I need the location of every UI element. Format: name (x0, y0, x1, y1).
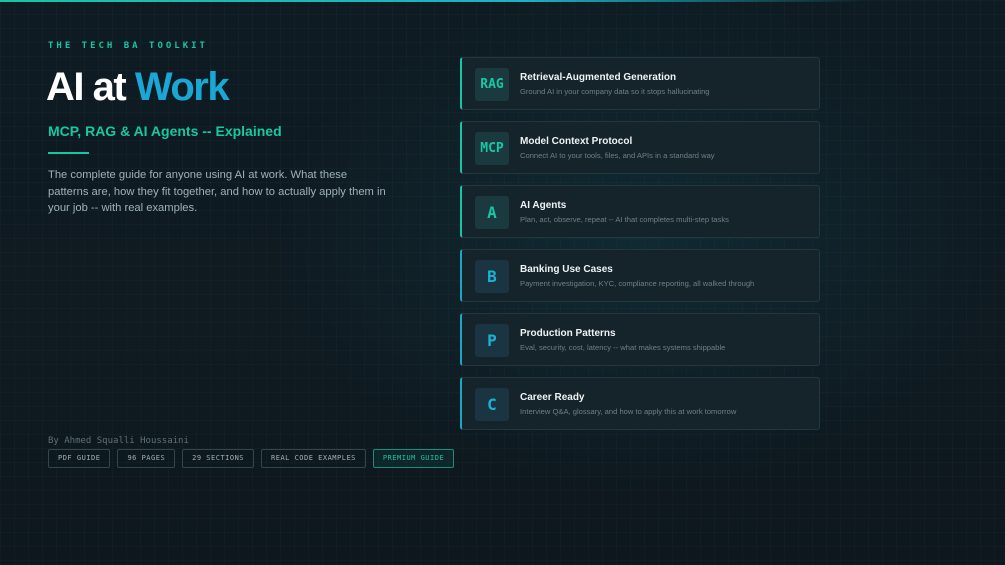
card-title: AI Agents (520, 200, 567, 211)
card-subtitle: Plan, act, observe, repeat -- AI that co… (520, 215, 729, 224)
topic-card-career: C Career Ready Interview Q&A, glossary, … (460, 377, 820, 430)
tag-pdf-guide: PDF GUIDE (48, 449, 111, 468)
kicker-label: THE TECH BA TOOLKIT (48, 41, 208, 51)
banking-icon: B (475, 260, 509, 293)
topic-card-production: P Production Patterns Eval, security, co… (460, 313, 820, 366)
card-title: Banking Use Cases (520, 264, 613, 275)
mcp-icon: MCP (475, 132, 509, 165)
card-title: Retrieval-Augmented Generation (520, 72, 677, 83)
agents-icon: A (475, 196, 509, 229)
author-line: By Ahmed Squalli Houssaini (48, 436, 189, 446)
title-part-1: AI at (46, 65, 127, 109)
card-title: Career Ready (520, 392, 585, 403)
card-title: Model Context Protocol (520, 136, 633, 147)
card-subtitle: Payment investigation, KYC, compliance r… (520, 279, 755, 288)
rag-icon: RAG (475, 68, 509, 101)
production-icon: P (475, 324, 509, 357)
topic-card-list: RAG Retrieval-Augmented Generation Groun… (460, 57, 822, 441)
cover-page: THE TECH BA TOOLKIT AI at Work MCP, RAG … (0, 0, 1005, 565)
card-subtitle: Connect AI to your tools, files, and API… (520, 151, 715, 160)
title-part-2: Work (134, 65, 230, 109)
card-subtitle: Eval, security, cost, latency -- what ma… (520, 343, 726, 352)
topic-card-mcp: MCP Model Context Protocol Connect AI to… (460, 121, 820, 174)
career-icon: C (475, 388, 509, 421)
topic-card-agents: A AI Agents Plan, act, observe, repeat -… (460, 185, 820, 238)
tag-code-examples: REAL CODE EXAMPLES (261, 449, 366, 468)
page-title: AI at Work (46, 64, 230, 110)
tag-list: PDF GUIDE 96 PAGES 29 SECTIONS REAL CODE… (48, 449, 455, 468)
subtitle-underline (48, 152, 89, 154)
topic-card-rag: RAG Retrieval-Augmented Generation Groun… (460, 57, 820, 110)
tag-premium-guide: PREMIUM GUIDE (372, 449, 455, 468)
tag-pages: 96 PAGES (117, 449, 176, 468)
description: The complete guide for anyone using AI a… (48, 169, 386, 214)
card-title: Production Patterns (520, 328, 616, 339)
card-subtitle: Interview Q&A, glossary, and how to appl… (520, 407, 737, 416)
subtitle: MCP, RAG & AI Agents -- Explained (48, 123, 282, 139)
top-accent-line (0, 0, 870, 2)
tag-sections: 29 SECTIONS (182, 449, 255, 468)
topic-card-banking: B Banking Use Cases Payment investigatio… (460, 249, 820, 302)
card-subtitle: Ground AI in your company data so it sto… (520, 87, 710, 96)
